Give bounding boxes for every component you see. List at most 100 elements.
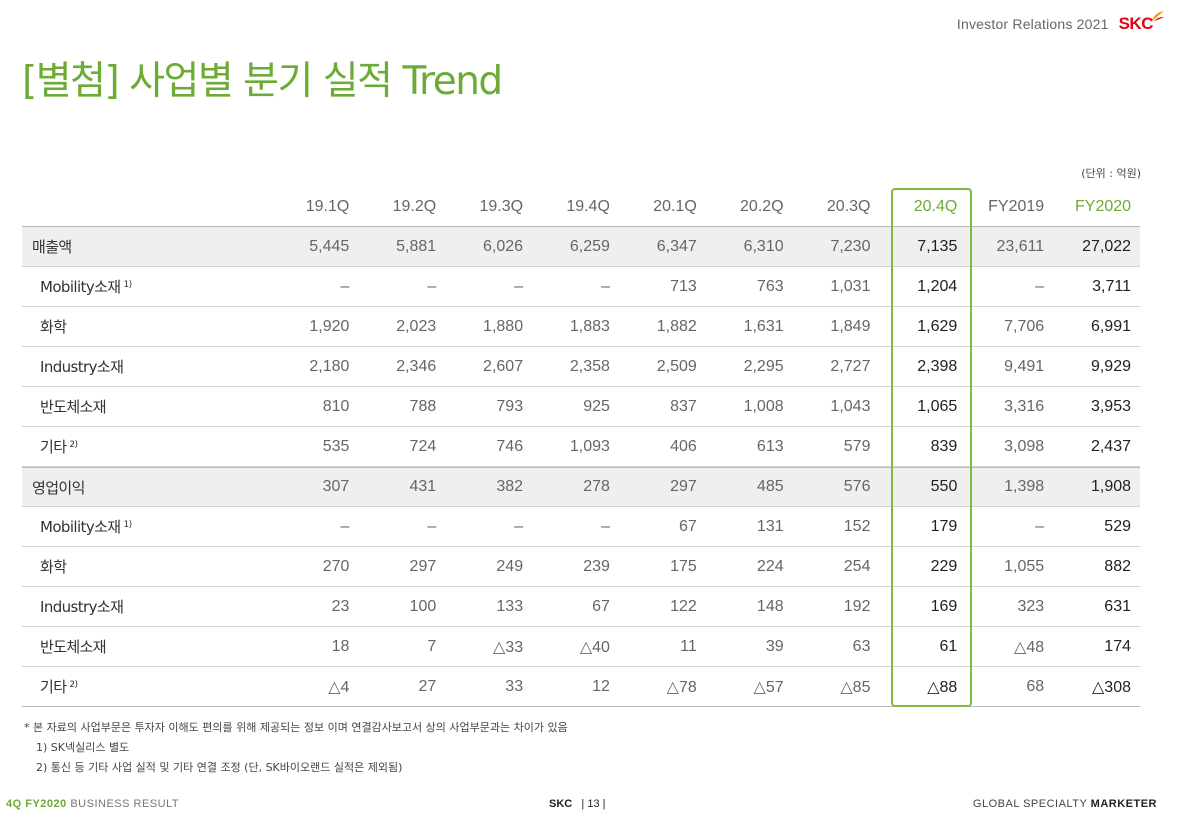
table-cell: 713 (670, 277, 697, 295)
table-cell: 5,881 (396, 237, 437, 255)
row-label: Mobility소재 1) (22, 276, 272, 297)
table-cell: 152 (843, 517, 871, 535)
column-header: 20.3Q (826, 197, 871, 215)
table-cell: 1,398 (1004, 478, 1045, 495)
row-label-text: 화학 (40, 318, 67, 336)
table-cell: 224 (756, 557, 784, 575)
table-cell: – (601, 277, 610, 295)
table-cell: – (340, 277, 350, 295)
row-label-text: 기타 (40, 678, 67, 696)
table-summary-row: 매출액 5,445 5,881 6,026 6,259 6,347 6,310 7,230 7,… (22, 227, 1140, 267)
table-cell: 18 (331, 637, 350, 655)
table-cell: 3,711 (1092, 277, 1131, 295)
table-cell: 27,022 (1082, 237, 1132, 255)
table-cell: 746 (496, 437, 524, 455)
footer-center: SKC | 13 | (549, 798, 605, 810)
table-cell: △308 (1092, 678, 1131, 696)
table-cell: 23,611 (996, 237, 1045, 255)
table-cell: 3,316 (1004, 397, 1045, 415)
table-cell: 270 (322, 557, 350, 575)
table-cell: – (1035, 517, 1045, 535)
table-row: 화학 1,920 2,023 1,880 1,883 1,882 1,631 1,849 1,6… (22, 307, 1140, 347)
table-cell: 5,445 (309, 237, 350, 255)
table-cell: 169 (930, 597, 958, 615)
row-label: 영업이익 (22, 477, 271, 498)
table-row: 기타 2) 535 724 746 1,093 406 613 579 839 3,098 2,437 (22, 427, 1140, 467)
table-cell: 249 (496, 557, 524, 575)
table-cell: 788 (409, 397, 437, 415)
table-cell: 6,991 (1090, 317, 1131, 335)
row-label-text: Mobility소재 (40, 278, 121, 296)
table-cell: 9,491 (1004, 357, 1045, 375)
row-label-text: 반도체소재 (40, 398, 107, 416)
column-header: 19.4Q (566, 197, 610, 215)
table-cell: 6,026 (483, 237, 524, 255)
table-cell: 254 (843, 557, 871, 575)
table-cell: △40 (579, 638, 610, 656)
table-cell: 406 (670, 437, 697, 455)
table-cell: △4 (328, 678, 350, 696)
table-cell: 579 (843, 437, 871, 455)
table-cell: △57 (753, 678, 784, 696)
table-cell: 39 (765, 637, 784, 655)
table-cell: 67 (592, 597, 610, 615)
table-cell: 1,043 (830, 397, 871, 415)
table-cell: – (427, 277, 437, 295)
table-cell: △33 (492, 638, 524, 656)
table-cell: 23 (331, 597, 350, 615)
table-cell: 6,259 (569, 237, 610, 255)
table-cell: 1,204 (917, 277, 958, 295)
table-cell: 307 (322, 478, 350, 495)
table-cell: 297 (409, 557, 437, 575)
table-cell: 2,346 (396, 357, 437, 375)
table-cell: 6,310 (743, 237, 784, 255)
table-cell: 11 (680, 637, 697, 655)
table-row: Mobility소재 1) – – – – 67 131 152 179 – 529 (22, 507, 1140, 547)
table-cell: 2,358 (569, 357, 610, 375)
row-label-text: 영업이익 (32, 478, 85, 497)
table-cell: 2,607 (483, 357, 524, 375)
table-header-row: 19.1Q 19.2Q 19.3Q 19.4Q 20.1Q 20.2Q 20.3Q 20.4Q… (22, 187, 1140, 227)
row-label-text: 기타 (40, 438, 67, 456)
table-cell: 2,023 (396, 317, 437, 335)
table-cell: 2,295 (743, 357, 784, 375)
table-cell: – (340, 517, 350, 535)
table-cell: △78 (666, 678, 697, 696)
table-cell: 179 (930, 517, 958, 535)
table-cell: 27 (418, 677, 437, 695)
table-cell: 2,437 (1090, 437, 1131, 455)
table-cell: 925 (583, 397, 610, 415)
table-cell: – (427, 517, 437, 535)
table-cell: 239 (583, 557, 610, 575)
table-cell: 1,883 (569, 317, 610, 335)
table-cell: 7,706 (1004, 317, 1045, 335)
table-cell: – (514, 517, 524, 535)
footer-brand: SKC (549, 798, 573, 810)
table-cell: 131 (756, 517, 784, 535)
row-label-note: 2) (69, 440, 78, 450)
row-label-text: Industry소재 (40, 598, 124, 616)
table-cell: 793 (496, 397, 524, 415)
table-row: Industry소재 23 100 133 67 122 148 192 169 323 631 (22, 587, 1140, 627)
table-cell: 7,135 (917, 237, 958, 255)
table-cell: 431 (409, 478, 437, 495)
row-label: 기타 2) (22, 676, 272, 697)
row-label-text: 반도체소재 (40, 638, 107, 656)
table-cell: 100 (409, 597, 437, 615)
butterfly-icon (1152, 11, 1164, 21)
page-number: | 13 | (581, 798, 606, 810)
table-row: Mobility소재 1) – – – – 713 763 1,031 1,204 – 3,711 (22, 267, 1140, 307)
table-cell: – (601, 517, 610, 535)
column-header: 20.4Q (913, 197, 958, 215)
table-cell: 810 (322, 397, 350, 415)
row-label: 매출액 (22, 236, 271, 257)
table-row: 기타 2) △4 27 33 12 △78 △57 △85 △88 68 △308 (22, 667, 1140, 707)
unit-note: (단위 : 억원) (1081, 167, 1141, 180)
table-cell: 2,180 (309, 357, 350, 375)
row-label: Mobility소재 1) (22, 516, 272, 537)
table-cell: △85 (840, 678, 871, 696)
table-cell: 133 (496, 597, 524, 615)
table-cell: 3,953 (1090, 397, 1131, 415)
table-cell: – (514, 277, 524, 295)
table-cell: 323 (1017, 597, 1045, 615)
